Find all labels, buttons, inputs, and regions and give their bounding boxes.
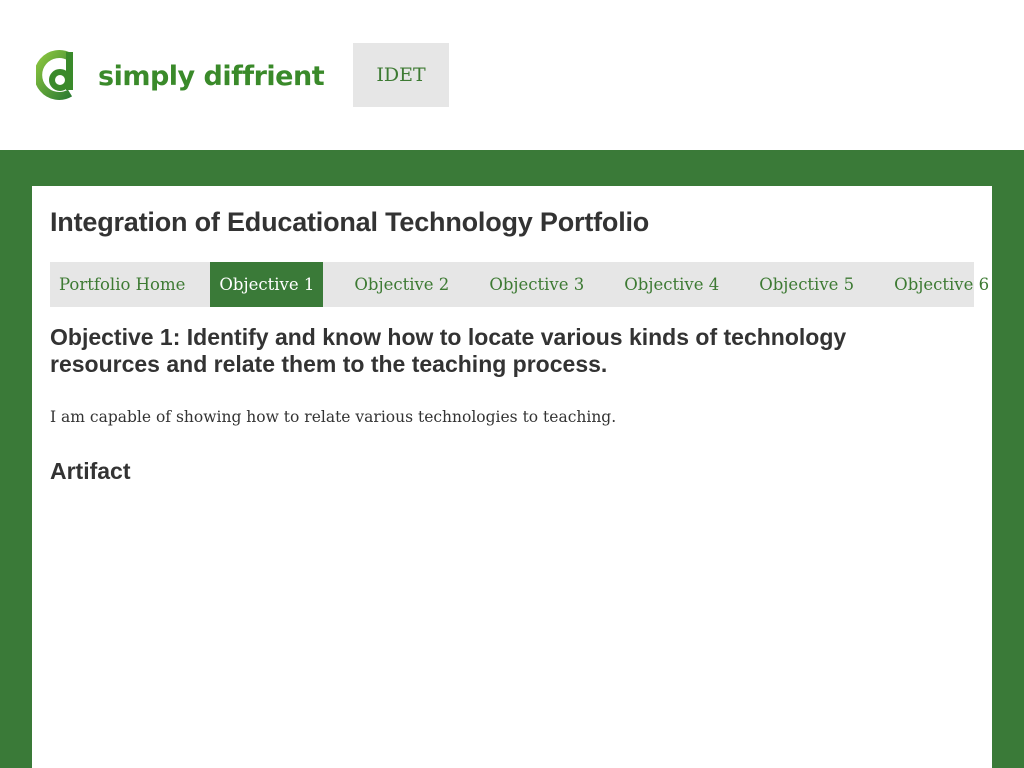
objective-description: I am capable of showing how to relate va… — [50, 408, 617, 426]
artifact-heading: Artifact — [50, 458, 131, 484]
brand-name: simply diffrient — [98, 60, 325, 92]
site-header: simply diffrient IDET — [0, 0, 1024, 150]
nav-item-objective-5[interactable]: Objective 5 — [750, 262, 863, 307]
header-tab-idet[interactable]: IDET — [353, 43, 449, 107]
portfolio-nav: Portfolio Home Objective 1 Objective 2 O… — [50, 262, 989, 307]
brand-link[interactable]: simply diffrient — [36, 49, 325, 101]
nav-item-objective-1[interactable]: Objective 1 — [210, 262, 324, 307]
page-title: Integration of Educational Technology Po… — [50, 207, 650, 237]
nav-item-objective-4[interactable]: Objective 4 — [615, 262, 728, 307]
nav-item-objective-2[interactable]: Objective 2 — [345, 262, 458, 307]
content-card: Integration of Educational Technology Po… — [32, 186, 992, 768]
nav-item-objective-3[interactable]: Objective 3 — [480, 262, 593, 307]
d-letter-logo-icon — [36, 50, 73, 100]
nav-item-objective-6[interactable]: Objective 6 — [885, 262, 998, 307]
nav-item-portfolio-home[interactable]: Portfolio Home — [50, 262, 194, 307]
objective-heading: Objective 1: Identify and know how to lo… — [50, 324, 847, 377]
